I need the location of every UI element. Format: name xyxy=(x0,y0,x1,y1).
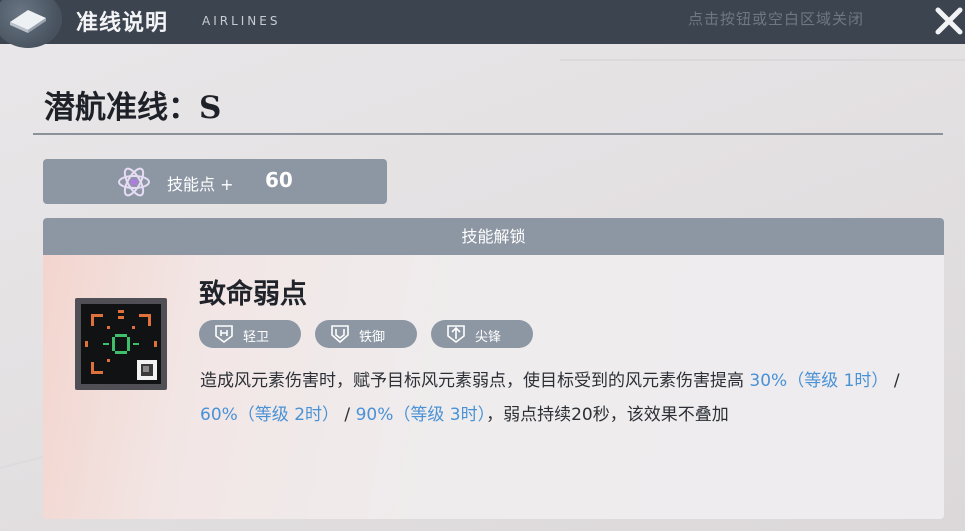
tag-label: 轻卫 xyxy=(243,330,270,345)
heading-grade: S xyxy=(199,90,222,126)
target-icon xyxy=(85,310,157,380)
tag-spearhead: 尖锋 xyxy=(431,320,533,348)
heading-separator: ： xyxy=(168,90,199,126)
skill-points-label: 技能点 + xyxy=(167,175,234,194)
top-bar: 准线说明 AIRLINES 点击按钮或空白区域关闭 xyxy=(0,0,965,48)
tag-label: 铁御 xyxy=(359,330,386,345)
close-icon xyxy=(935,7,963,35)
desc-text: 造成风元素伤害时，赋予目标风元素弱点，使目标受到的风元素伤害提高 xyxy=(200,371,744,391)
skill-unlock-header: 技能解锁 xyxy=(43,218,944,255)
desc-level-2: 60%（等级 2时） xyxy=(200,405,340,425)
close-hint: 点击按钮或空白区域关闭 xyxy=(688,10,865,28)
desc-separator: / xyxy=(893,371,900,391)
atom-icon xyxy=(118,167,150,197)
skill-name: 致命弱点 xyxy=(199,279,307,310)
tag-label: 尖锋 xyxy=(475,330,502,345)
heading-divider xyxy=(33,133,943,135)
skill-icon xyxy=(75,298,167,390)
skill-description: 造成风元素伤害时，赋予目标风元素弱点，使目标受到的风元素伤害提高 30%（等级 … xyxy=(200,364,920,432)
desc-separator: / xyxy=(344,405,351,425)
book-icon xyxy=(0,0,62,48)
skill-points-value: 60 xyxy=(265,168,293,192)
desc-level-3: 90%（等级 3时） xyxy=(355,405,487,425)
airline-grade-heading: 潜航准线：S xyxy=(44,82,221,127)
close-button[interactable] xyxy=(930,4,965,40)
page-subtitle: AIRLINES xyxy=(202,14,281,28)
skill-unlock-panel: 技能解锁 致命弱点 轻卫 铁御 尖锋 造成风元素伤害时，赋予目标风元素弱点，使目… xyxy=(43,218,944,519)
skill-points-bar: 技能点 + 60 xyxy=(43,159,387,204)
desc-text: ，弱点持续20秒，该效果不叠加 xyxy=(486,405,729,425)
page-title: 准线说明 xyxy=(76,11,169,36)
desc-level-1: 30%（等级 1时） xyxy=(749,371,889,391)
tag-iron-defense: 铁御 xyxy=(315,320,417,348)
light-guard-icon xyxy=(215,325,233,343)
heading-label: 潜航准线 xyxy=(44,90,168,126)
spearhead-icon xyxy=(447,325,465,343)
tag-light-guard: 轻卫 xyxy=(199,320,301,348)
iron-defense-icon xyxy=(331,325,349,344)
